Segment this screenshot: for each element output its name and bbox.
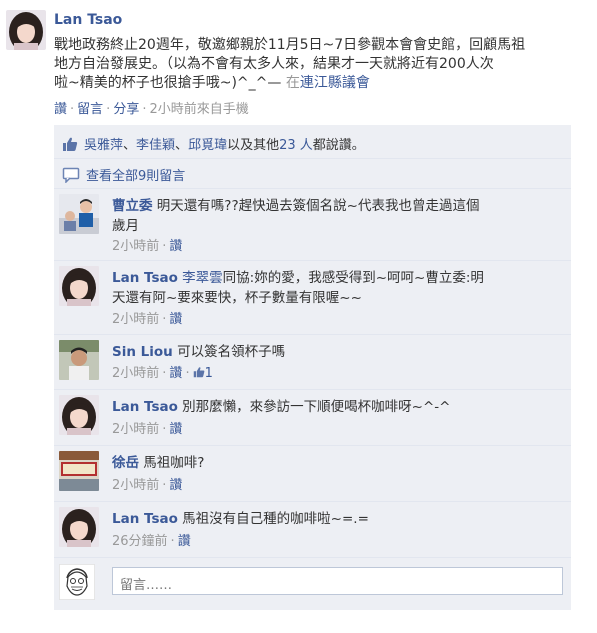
comment-item: 曹立委 明天還有嗎??趕快過去簽個名說~代表我也曾走過這個 歲月 2小時前 · 讚 (54, 189, 571, 261)
liker-name[interactable]: 李佳穎 (136, 138, 175, 153)
comment-item: Lan Tsao 別那麼懶，來參訪一下順便喝杯咖啡呀~^-^ 2小時前 · 讚 (54, 390, 571, 446)
comment-item: Sin Liou 可以簽名領杯子嗎 2小時前 · 讚 · 1 (54, 335, 571, 390)
comment-timestamp[interactable]: 26分鐘前 (112, 534, 168, 549)
comment-item: 徐岳 馬祖咖啡? 2小時前 · 讚 (54, 446, 571, 502)
comment-like-link[interactable]: 讚 (178, 534, 191, 549)
comment-text: 歲月 (112, 218, 139, 234)
viewer-avatar (59, 564, 95, 600)
comment-body: Lan Tsao 別那麼懶，來參訪一下順便喝杯咖啡呀~^-^ (112, 397, 562, 417)
comment-meta: 2小時前 · 讚 (112, 478, 183, 493)
separator: 、 (175, 138, 189, 153)
comment-input[interactable]: 留言…… (112, 567, 563, 595)
post-action-bar: 讚 · 留言 · 分享 · 2小時前來自手機 (54, 102, 249, 117)
comment-text: 馬祖沒有自己種的咖啡啦~=.= (182, 511, 369, 527)
comment-author[interactable]: Sin Liou (112, 344, 173, 360)
comment-author[interactable]: Lan Tsao (112, 511, 178, 527)
comment-meta: 2小時前 · 讚 · 1 (112, 366, 213, 381)
comment-text: 明天還有嗎??趕快過去簽個名說~代表我也曾走過這個 (156, 198, 480, 214)
comment-author[interactable]: Lan Tsao (112, 270, 178, 286)
comment-like-link[interactable]: 讚 (169, 478, 182, 493)
post-author-name[interactable]: Lan Tsao (54, 12, 122, 28)
thumbs-up-icon (63, 137, 78, 151)
comment-body: Sin Liou 可以簽名領杯子嗎 (112, 342, 562, 362)
comment-input-placeholder: 留言…… (120, 578, 173, 593)
comment-meta: 2小時前 · 讚 (112, 422, 183, 437)
post-timestamp[interactable]: 2小時前來自手機 (149, 102, 248, 117)
comment-body: Lan Tsao 李翠雲同協:妳的愛，我感受得到~呵呵~曹立委:明 天還有阿~要… (112, 268, 562, 308)
comment-link[interactable]: 留言 (77, 102, 103, 117)
comment-author[interactable]: 徐岳 (112, 455, 139, 471)
commenter-avatar[interactable] (59, 266, 99, 306)
comment-text: 別那麼懶，來參訪一下順便喝杯咖啡呀~^-^ (182, 399, 451, 415)
comment-timestamp[interactable]: 2小時前 (112, 239, 159, 254)
share-link[interactable]: 分享 (113, 102, 139, 117)
comments-panel: 吳雅萍、李佳穎、邱覓瑋以及其他23 人都說讚。 查看全部9則留言 曹立委 明天還… (54, 125, 571, 610)
comment-timestamp[interactable]: 2小時前 (112, 312, 159, 327)
location-prefix: 在 (285, 75, 300, 91)
comment-text: 同協:妳的愛，我感受得到~呵呵~曹立委:明 (222, 270, 484, 286)
comment-timestamp[interactable]: 2小時前 (112, 422, 159, 437)
post-message-text: 啦~精美的杯子也很搶手哦~)^_^— (54, 75, 282, 91)
commenter-avatar[interactable] (59, 451, 99, 491)
comment-body: 曹立委 明天還有嗎??趕快過去簽個名說~代表我也曾走過這個 歲月 (112, 196, 562, 236)
like-link[interactable]: 讚 (54, 102, 67, 117)
post-message: 戰地政務終止20週年，敬邀鄉親於11月5日~7日參觀本會會史館，回顧馬祖 地方自… (54, 36, 584, 93)
view-all-comments-link[interactable]: 查看全部9則留言 (86, 169, 185, 184)
likes-others-link[interactable]: 23 人 (279, 138, 313, 153)
comment-body: Lan Tsao 馬祖沒有自己種的咖啡啦~=.= (112, 509, 562, 529)
liker-name[interactable]: 吳雅萍 (84, 138, 123, 153)
comment-text: 馬祖咖啡? (143, 455, 205, 471)
comment-text: 天還有阿~要來要快，杯子數量有限喔~~ (112, 290, 362, 306)
commenter-avatar[interactable] (59, 507, 99, 547)
comment-bubble-icon (62, 167, 80, 183)
likes-connector: 以及其他 (227, 138, 280, 153)
comment-meta: 26分鐘前 · 讚 (112, 534, 191, 549)
comment-timestamp[interactable]: 2小時前 (112, 366, 159, 381)
comment-like-link[interactable]: 讚 (169, 422, 182, 437)
separator: 、 (123, 138, 137, 153)
comment-like-link[interactable]: 讚 (169, 239, 182, 254)
comment-item: Lan Tsao 馬祖沒有自己種的咖啡啦~=.= 26分鐘前 · 讚 (54, 502, 571, 558)
commenter-avatar[interactable] (59, 395, 99, 435)
comment-timestamp[interactable]: 2小時前 (112, 478, 159, 493)
commenter-avatar[interactable] (59, 340, 99, 380)
thumbs-up-icon (193, 367, 204, 378)
comment-text: 可以簽名領杯子嗎 (177, 344, 286, 360)
comment-meta: 2小時前 · 讚 (112, 312, 183, 327)
comment-meta: 2小時前 · 讚 (112, 239, 183, 254)
likes-summary: 吳雅萍、李佳穎、邱覓瑋以及其他23 人都說讚。 (54, 125, 571, 159)
comment-author[interactable]: 曹立委 (112, 198, 153, 214)
comment-composer: 留言…… (54, 558, 571, 610)
mention-link[interactable]: 李翠雲 (182, 270, 223, 286)
comment-body: 徐岳 馬祖咖啡? (112, 453, 562, 473)
likes-suffix: 都說讚。 (312, 138, 365, 153)
comment-like-count[interactable]: 1 (205, 366, 213, 381)
post-message-line: 戰地政務終止20週年，敬邀鄉親於11月5日~7日參觀本會會史館，回顧馬祖 (54, 37, 526, 53)
post-message-line: 地方自治發展史。（以為不會有太多人來，結果才一天就將近有200人次 (54, 56, 494, 72)
commenter-avatar[interactable] (59, 194, 99, 234)
location-link[interactable]: 連江縣議會 (300, 75, 370, 91)
comment-item: Lan Tsao 李翠雲同協:妳的愛，我感受得到~呵呵~曹立委:明 天還有阿~要… (54, 261, 571, 335)
comment-like-link[interactable]: 讚 (169, 312, 182, 327)
view-all-comments[interactable]: 查看全部9則留言 (54, 159, 571, 189)
comment-like-link[interactable]: 讚 (169, 366, 182, 381)
post-message-line: 啦~精美的杯子也很搶手哦~)^_^— 在連江縣議會 (54, 74, 584, 93)
author-avatar[interactable] (6, 10, 46, 50)
liker-name[interactable]: 邱覓瑋 (188, 138, 227, 153)
comment-author[interactable]: Lan Tsao (112, 399, 178, 415)
